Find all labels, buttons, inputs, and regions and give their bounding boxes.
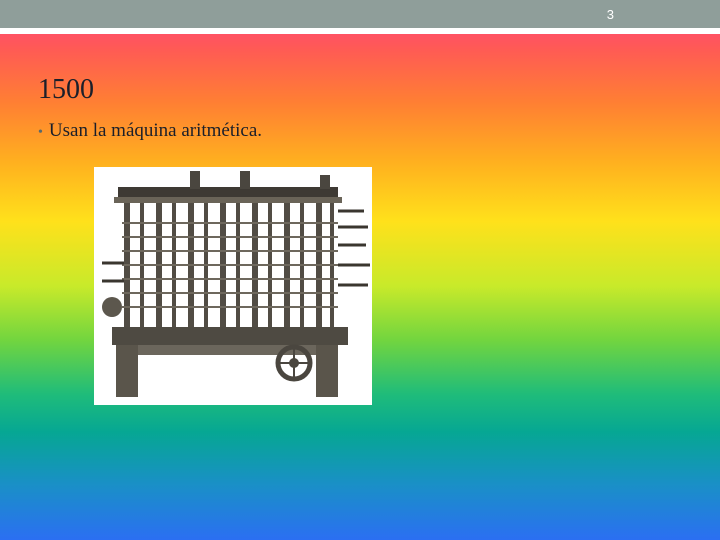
- machine-illustration: [102, 171, 370, 397]
- slide-number: 3: [606, 7, 614, 22]
- bullet-dot-icon: •: [38, 125, 43, 140]
- bullet-text: Usan la máquina aritmética.: [48, 120, 263, 141]
- arithmetic-machine-image: [94, 167, 372, 405]
- bullet-item: • Usan la máquina aritmética.: [38, 120, 262, 142]
- header-divider: [0, 28, 720, 34]
- slide-title: 1500: [38, 74, 94, 105]
